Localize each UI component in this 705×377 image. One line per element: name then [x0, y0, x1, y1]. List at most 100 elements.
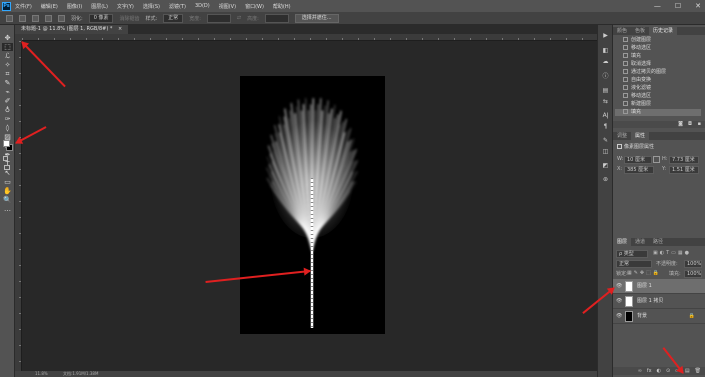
history-item[interactable]: 移动选区	[615, 93, 701, 100]
layer-row[interactable]: 👁 图层 1 拷贝	[613, 294, 705, 309]
zoom-level[interactable]: 11.8%	[35, 371, 48, 377]
width-input[interactable]	[206, 13, 231, 23]
libraries-icon[interactable]: ☁	[601, 58, 610, 65]
layer-comps-icon[interactable]: ◩	[601, 162, 610, 169]
more-tools-icon[interactable]: …	[2, 205, 13, 213]
menu-view[interactable]: 视图(V)	[219, 3, 236, 10]
trash-icon[interactable]: 🗑	[695, 368, 701, 374]
history-item[interactable]: 液化滤镜	[615, 85, 701, 92]
clone-stamp-tool-icon[interactable]: ♁	[2, 106, 13, 114]
path-select-tool-icon[interactable]: ↖	[2, 169, 13, 177]
history-item[interactable]: 移动选区	[615, 45, 701, 52]
quick-mask-icon[interactable]	[3, 156, 8, 161]
select-and-mask-button[interactable]: 选择并遮住...	[294, 13, 339, 23]
history-item[interactable]: 填充	[615, 53, 701, 60]
style-select[interactable]: 正常	[163, 13, 184, 23]
character-icon[interactable]: Aǀ	[601, 112, 610, 119]
zoom-tool-icon[interactable]: 🔍	[2, 196, 13, 204]
x-field[interactable]: 385 厘米	[624, 166, 654, 174]
antialias-checkbox[interactable]: 消除锯齿	[119, 15, 139, 22]
menu-file[interactable]: 文件(F)	[15, 3, 32, 10]
layer-row[interactable]: 👁 背景 🔒	[613, 309, 705, 324]
marquee-preset-icon[interactable]	[6, 14, 13, 22]
feather-input[interactable]: 0 像素	[88, 13, 114, 23]
adjust-icon[interactable]: ◧	[601, 47, 610, 54]
history-item[interactable]: 自由变换	[615, 77, 701, 84]
delete-state-icon[interactable]: ▪	[698, 121, 701, 127]
intersect-selection-icon[interactable]	[58, 14, 65, 22]
maximize-button[interactable]: ☐	[675, 2, 681, 10]
menu-help[interactable]: 帮助(H)	[273, 3, 291, 10]
minimize-button[interactable]: —	[654, 2, 661, 10]
camera-icon[interactable]: ◘	[688, 121, 692, 127]
tab-channels[interactable]: 通道	[631, 238, 649, 246]
link-icon[interactable]	[653, 156, 660, 163]
new-selection-icon[interactable]	[19, 14, 26, 22]
tab-layers[interactable]: 图层	[613, 238, 632, 246]
tab-swatches[interactable]: 色板	[631, 27, 649, 35]
y-field[interactable]: 1.51 厘米	[669, 166, 699, 174]
shape-tool-icon[interactable]: ▭	[2, 178, 13, 186]
hand-tool-icon[interactable]: ✋	[2, 187, 13, 195]
rect-marquee-tool-icon[interactable]: ⬚	[2, 43, 13, 51]
document-canvas[interactable]	[240, 76, 385, 334]
screen-mode-icon[interactable]	[4, 165, 10, 170]
history-item-current[interactable]: 填充	[615, 109, 701, 116]
swap-icon[interactable]: ⇄	[237, 15, 241, 21]
brush-settings-icon[interactable]: ✎	[601, 137, 610, 144]
eye-icon[interactable]: 👁	[616, 298, 622, 304]
menu-select[interactable]: 选择(S)	[143, 3, 160, 10]
eyedropper-tool-icon[interactable]: ✎	[2, 79, 13, 87]
document-tab[interactable]: 未标题-1 @ 11.8% (图层 1, RGB/8#) * ×	[15, 25, 129, 34]
history-brush-tool-icon[interactable]: ✑	[2, 115, 13, 123]
layer-style-icon[interactable]: fx	[647, 368, 652, 374]
close-tab-icon[interactable]: ×	[118, 26, 122, 32]
tab-color[interactable]: 颜色	[613, 27, 631, 35]
menu-3d[interactable]: 3D(D)	[195, 3, 210, 9]
tab-properties[interactable]: 属性	[631, 132, 650, 140]
add-mask-icon[interactable]: ◐	[657, 368, 661, 374]
lock-options-icons[interactable]: ▦✎✥⬚🔒	[627, 270, 661, 276]
filter-toggle-icons[interactable]: ▣◐T▭▦●	[653, 250, 691, 256]
history-item[interactable]: 创建图层	[615, 37, 701, 44]
histogram-icon[interactable]: ▤	[601, 87, 610, 94]
tab-paths[interactable]: 路径	[649, 238, 667, 246]
menu-layer[interactable]: 图层(L)	[91, 3, 108, 10]
eye-icon[interactable]: 👁	[616, 283, 622, 289]
snapshot-icon[interactable]: ◙	[678, 121, 683, 127]
link-layers-icon[interactable]: ∞	[638, 368, 642, 374]
subtract-selection-icon[interactable]	[45, 14, 52, 22]
eraser-tool-icon[interactable]: ◊	[2, 124, 13, 132]
brush-tool-icon[interactable]: ✐	[2, 97, 13, 105]
quick-select-tool-icon[interactable]: ✧	[2, 61, 13, 69]
add-selection-icon[interactable]	[32, 14, 39, 22]
w-field[interactable]: 10 厘米	[624, 156, 652, 164]
tab-adjustments[interactable]: 调整	[613, 132, 631, 140]
history-item[interactable]: 取消选择	[615, 61, 701, 68]
tab-history[interactable]: 历史记录	[649, 27, 678, 35]
crop-tool-icon[interactable]: ⌗	[2, 70, 13, 78]
fill-input[interactable]: 100%	[684, 270, 702, 278]
history-item[interactable]: 新建图层	[615, 101, 701, 108]
menu-type[interactable]: 文字(Y)	[117, 3, 134, 10]
height-input[interactable]	[264, 13, 289, 23]
blend-mode-select[interactable]: 正常	[616, 260, 652, 268]
healing-brush-tool-icon[interactable]: ⌁	[2, 88, 13, 96]
menu-image[interactable]: 图像(I)	[67, 3, 82, 10]
play-action-icon[interactable]: ▶	[601, 32, 610, 39]
foreground-color-swatch[interactable]	[3, 140, 10, 147]
3d-panel-icon[interactable]: ⊛	[601, 176, 610, 183]
layer-row[interactable]: 👁 图层 1	[613, 279, 705, 294]
close-window-button[interactable]: ✕	[695, 2, 701, 10]
layer-filter-select[interactable]: ρ 类型	[616, 250, 648, 258]
eye-icon[interactable]: 👁	[616, 313, 622, 319]
menu-filter[interactable]: 滤镜(T)	[169, 3, 186, 10]
lasso-tool-icon[interactable]: ℒ	[2, 52, 13, 60]
paragraph-icon[interactable]: ¶	[601, 123, 610, 130]
move-tool-icon[interactable]: ✥	[2, 34, 13, 42]
adjustment-layer-icon[interactable]: ⊙	[666, 368, 670, 374]
menu-window[interactable]: 窗口(W)	[245, 3, 264, 10]
info-icon[interactable]: ⓘ	[601, 73, 610, 80]
h-field[interactable]: 7.73 厘米	[669, 156, 699, 164]
opacity-input[interactable]: 100%	[684, 260, 702, 268]
